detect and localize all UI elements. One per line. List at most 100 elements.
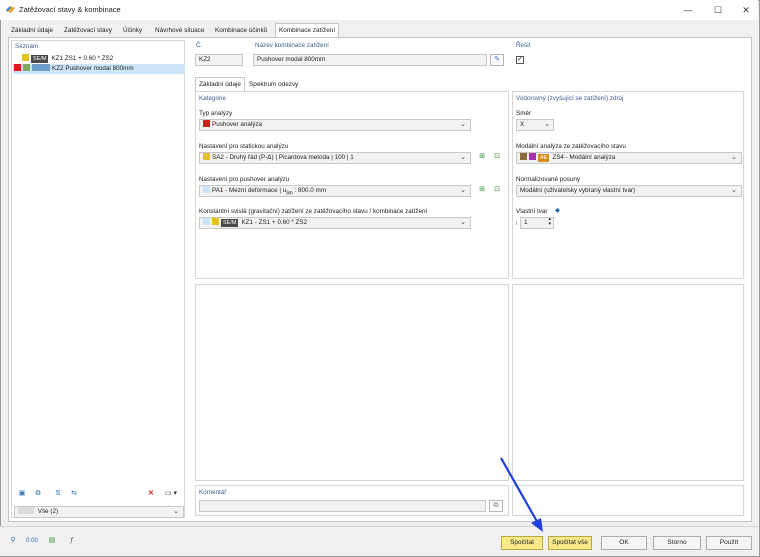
calculate-all-button[interactable]: Spočítat vše [548,536,592,550]
modal-analysis-value: ZS4 - Modální analýza [552,154,616,161]
comment-field[interactable] [199,500,486,512]
info-icon[interactable]: ◆ [555,207,560,214]
color-swatch [520,153,527,160]
number-field[interactable]: KZ2 [195,54,243,66]
name-label: Název kombinace zatížení [255,42,329,49]
solve-label: Řešit [516,42,531,49]
chevron-down-icon: ⌄ [460,219,466,226]
combo-name: Pushover modal 800mm [65,65,134,72]
list-title: Seznam [15,43,39,50]
pushover-settings-select[interactable]: PA1 - Mezní deformace | ulim : 800.0 mm … [199,185,471,197]
color-swatch [212,218,219,225]
subtab-response-spectrum[interactable]: Spektrum odezvy [246,78,301,91]
filter-select[interactable]: Vše (2) ⌄ [14,506,184,518]
color-swatch [14,64,21,71]
calculate-button[interactable]: Spočítat [501,536,543,550]
source-panel: Vodorovný (zvyšující se zatížení) zdroj … [512,91,744,279]
mode-shape-label: Vlastní tvar [516,208,548,215]
tab-load-combinations[interactable]: Kombinace zatížení [275,23,340,37]
solve-checkbox[interactable]: ✓ [516,56,524,64]
static-settings-label: Nastavení pro statickou analýzu [199,143,289,150]
units-icon[interactable]: 0.00 [25,536,39,548]
combo-name: ZS1 + 0.60 * ZS2 [64,55,114,62]
minimize-button[interactable]: — [681,4,695,16]
combo-tag: SE/M [31,55,49,63]
table-icon[interactable]: ▤ [45,536,59,548]
annotation-arrow-icon [500,457,543,532]
new-settings-icon[interactable]: ⊞ [475,152,489,164]
gravity-loads-value: KZ1 - ZS1 + 0.60 * ZS2 [241,219,308,226]
analysis-type-value: Pushover analýza [212,121,263,128]
filter-value: Vše (2) [37,508,59,515]
combo-id: KZ2 [52,65,64,72]
list-panel: Seznam SE/M KZ1 ZS1 + 0.60 * ZS2 KZ2 Push… [11,40,185,518]
list-item[interactable]: SE/M KZ1 ZS1 + 0.60 * ZS2 [14,54,184,64]
direction-value: X [520,121,525,128]
spinner-arrows-icon[interactable]: ▴ ▾ [548,218,551,227]
category-panel: Kategorie Typ analýzy Pushover analýza ⌄… [195,91,509,279]
direction-select[interactable]: X ⌄ [516,119,554,131]
subtab-basic-data[interactable]: Základní údaje [195,77,245,91]
pushover-settings-label: Nastavení pro pushover analýzu [199,176,290,183]
color-swatch [203,186,210,193]
lower-right-panel [512,284,744,481]
gravity-loads-label: Konstantní svislá (gravitační) zatížení … [199,208,428,215]
direction-label: Směr [516,110,532,117]
normalized-displacements-select[interactable]: Modální (uživatelsky vybraný vlastní tva… [516,185,742,197]
normalized-displacements-value: Modální (uživatelsky vybraný vlastní tva… [520,187,636,194]
title-bar: Zatěžovací stavy & kombinace — ☐ ✕ [0,0,758,20]
copy-item-icon[interactable]: ⧉ [31,489,45,501]
new-item-icon[interactable]: ▣ [15,489,29,501]
category-title: Kategorie [199,95,226,102]
analysis-type-select[interactable]: Pushover analýza ⌄ [199,119,471,131]
mode-shape-spinner[interactable]: 1 ▴ ▾ [520,217,554,229]
color-swatch [23,64,30,71]
name-field[interactable]: Pushover modal 800mm [253,54,487,66]
tab-load-cases[interactable]: Zatěžovací stavy [61,24,115,37]
tab-action-combinations[interactable]: Kombinace účinků [212,24,270,37]
chevron-down-icon: ⌄ [460,154,466,161]
edit-pushover-settings-icon[interactable]: ⊡ [490,185,504,197]
tab-design-situations[interactable]: Návrhové situace [152,24,207,37]
modal-analysis-label: Modální analýza ze zatěžovacího stavu [516,143,626,150]
chevron-down-icon: ⌄ [460,187,466,194]
tab-actions[interactable]: Účinky [120,24,145,37]
chevron-down-icon: ⌄ [460,121,466,128]
window-title: Zatěžovací stavy & kombinace [19,5,121,14]
maximize-button[interactable]: ☐ [711,4,725,16]
number-label: Č. [196,42,203,49]
color-swatch [32,64,50,71]
view-options-icon[interactable]: ▭ ▾ [160,489,182,501]
tab-basic-data[interactable]: Základní údaje [8,24,56,37]
formula-icon[interactable]: ƒ [65,536,79,548]
renumber-icon[interactable]: ⇆ [67,489,81,501]
gravity-tag: SE/M [221,219,239,227]
analysis-type-label: Typ analýzy [199,110,233,117]
chevron-down-icon: ⌄ [731,154,737,161]
cancel-button[interactable]: Storno [653,536,701,550]
sort-icon[interactable]: ⇅ [51,489,65,501]
search-icon[interactable]: ⚲ [6,536,20,548]
chevron-down-icon: ⌄ [731,187,737,194]
modal-analysis-select[interactable]: AE ZS4 - Modální analýza ⌄ [516,152,742,164]
color-swatch [203,153,210,160]
new-pushover-settings-icon[interactable]: ⊞ [475,185,489,197]
app-icon [6,6,15,13]
close-button[interactable]: ✕ [739,4,753,16]
apply-button[interactable]: Použít [706,536,752,550]
delete-icon[interactable]: ✕ [144,489,158,501]
pushover-settings-tail: : 800.0 mm [292,187,326,194]
pushover-settings-value: PA1 - Mezní deformace | u [212,187,287,194]
chevron-down-icon: ⌄ [173,508,179,515]
gravity-loads-select[interactable]: SE/M KZ1 - ZS1 + 0.60 * ZS2 ⌄ [199,217,471,229]
edit-name-icon[interactable]: ✎ [490,54,504,66]
color-swatch [18,507,34,514]
source-title: Vodorovný (zvyšující se zatížení) zdroj [516,95,624,102]
mode-shape-value: 1 [524,219,528,226]
comment-label: Komentář [199,489,227,496]
edit-settings-icon[interactable]: ⊡ [490,152,504,164]
color-swatch [203,120,210,127]
ok-button[interactable]: OK [601,536,647,550]
static-settings-select[interactable]: SA2 - Druhý řád (P-Δ) | Picardova metoda… [199,152,471,164]
list-item-selected[interactable]: KZ2 Pushover modal 800mm [13,64,185,74]
